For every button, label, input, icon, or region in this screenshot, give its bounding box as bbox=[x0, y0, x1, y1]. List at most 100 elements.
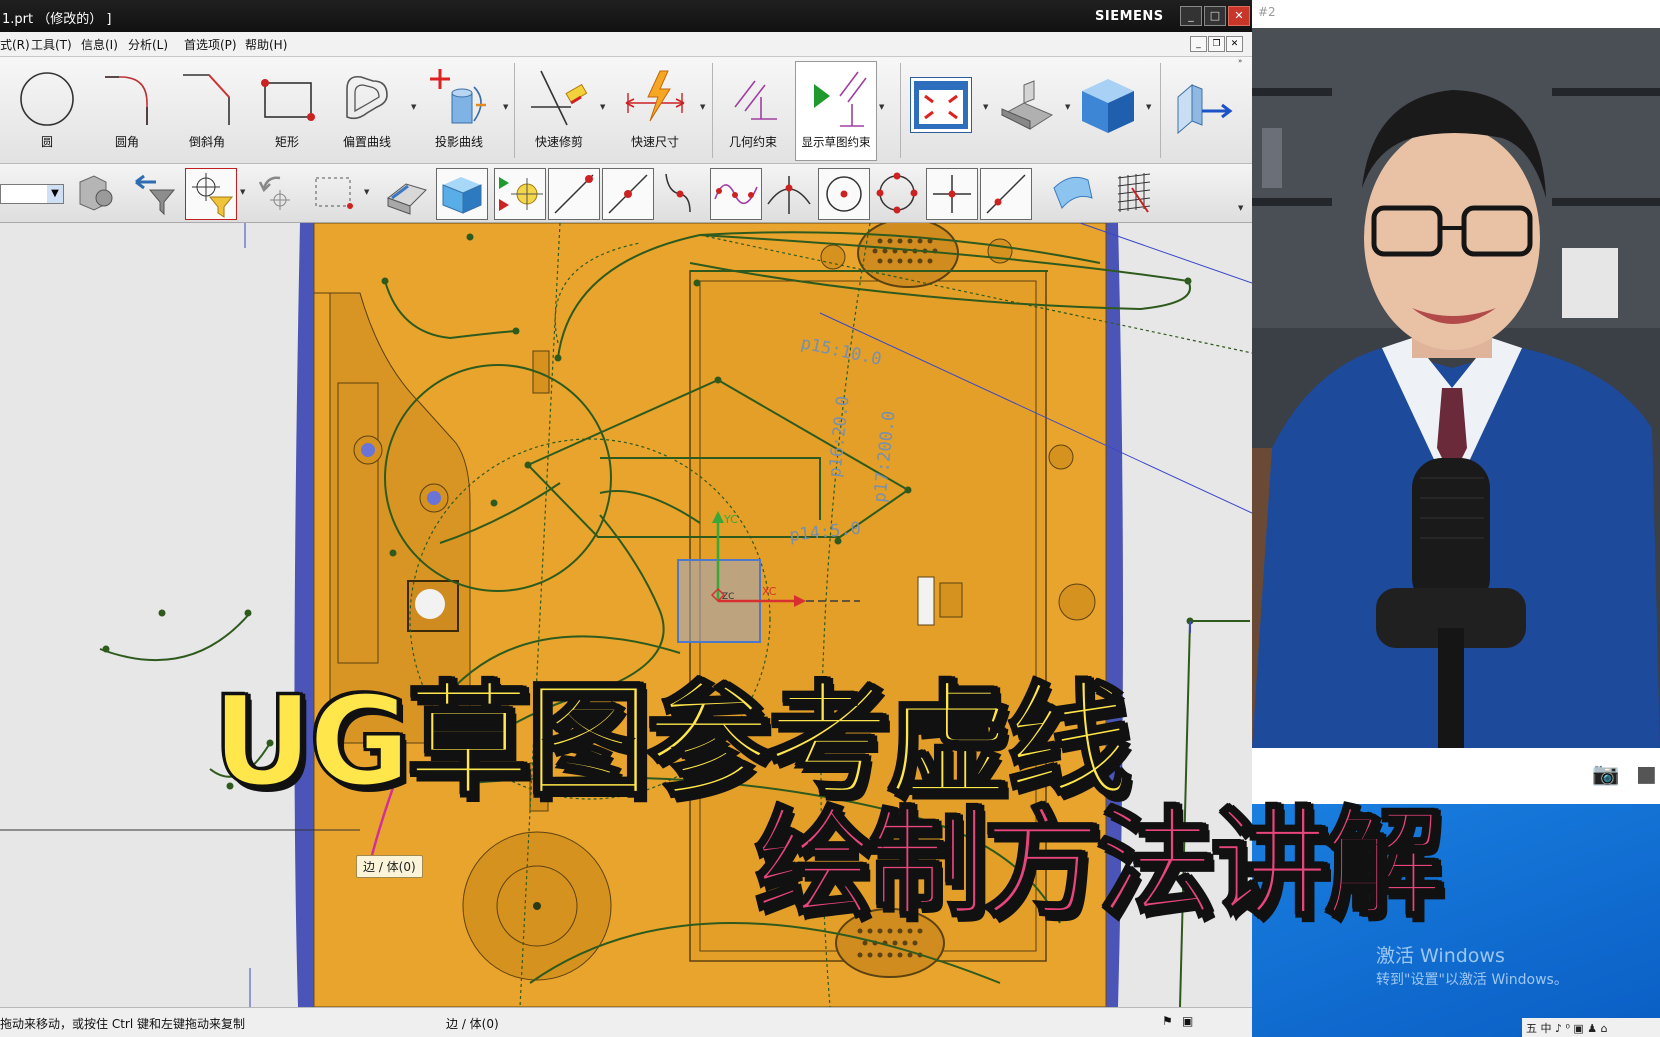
tool-chamfer[interactable]: 倒斜角 bbox=[168, 61, 246, 159]
existing-point-icon bbox=[933, 175, 971, 213]
caption-line-2: 绘制方法讲解 bbox=[753, 794, 1444, 935]
tool-fillet[interactable]: 圆角 bbox=[88, 61, 166, 159]
toolbar-overflow-icon[interactable]: » bbox=[1238, 57, 1242, 65]
constraints-dropdown-icon[interactable]: ▼ bbox=[879, 103, 884, 111]
type-filter-select[interactable]: ▼ bbox=[0, 184, 64, 204]
tool-offset-curve[interactable]: 偏置曲线 bbox=[328, 61, 406, 159]
assembly-filter-button[interactable] bbox=[70, 168, 120, 218]
menu-format[interactable]: 式(R) bbox=[0, 36, 30, 53]
render-style-button[interactable] bbox=[994, 75, 1058, 135]
tool-rectangle[interactable]: 矩形 bbox=[248, 61, 326, 159]
tool-quick-trim[interactable]: 快速修剪 bbox=[520, 61, 598, 159]
tool-show-sketch-constraints[interactable]: 显示草图约束 bbox=[795, 61, 877, 161]
menu-info[interactable]: 信息(I) bbox=[81, 36, 118, 53]
snap-pole-button[interactable] bbox=[710, 168, 762, 220]
trim-dropdown-icon[interactable]: ▼ bbox=[600, 103, 605, 111]
body-select-button[interactable] bbox=[436, 168, 488, 220]
point-on-face-icon bbox=[1053, 176, 1093, 209]
snap-arc-center-button[interactable] bbox=[818, 168, 870, 220]
activation-title: 激活 Windows bbox=[1376, 945, 1505, 967]
endpoint-icon bbox=[554, 174, 594, 214]
control-point-icon bbox=[665, 173, 691, 213]
flag-icon[interactable]: ⚑ bbox=[1162, 1014, 1173, 1028]
snap-all-button[interactable] bbox=[494, 168, 546, 220]
snap-endpoint-button[interactable] bbox=[548, 168, 600, 220]
pole-icon bbox=[714, 184, 758, 205]
select-arrow-icon: ▼ bbox=[47, 185, 63, 203]
project-curve-icon bbox=[430, 69, 486, 124]
snap-point-on-curve-button[interactable] bbox=[980, 168, 1032, 220]
menu-analysis[interactable]: 分析(L) bbox=[128, 36, 168, 53]
tool-circle[interactable]: 圆 bbox=[8, 61, 86, 159]
snap-point-icon bbox=[192, 173, 234, 218]
doc-close-button[interactable]: ✕ bbox=[1226, 36, 1243, 52]
status-selection: 边 / 体(0) bbox=[446, 1017, 499, 1031]
window-title: 1.prt （修改的） ] bbox=[2, 12, 112, 27]
snap-quadrant-button[interactable] bbox=[872, 168, 922, 218]
box-select-button[interactable] bbox=[310, 168, 360, 218]
activation-subtitle: 转到"设置"以激活 Windows。 bbox=[1376, 972, 1568, 988]
render-dropdown-icon[interactable]: ▼ bbox=[1065, 103, 1070, 111]
circle-icon bbox=[20, 72, 74, 126]
assembly-icon bbox=[79, 175, 113, 211]
offset-curve-icon bbox=[346, 75, 388, 120]
snap-point-on-face-button[interactable] bbox=[1048, 168, 1098, 218]
shaded-view-button[interactable] bbox=[1076, 73, 1140, 137]
rapid-dimension-icon bbox=[625, 70, 685, 122]
view-dropdown-icon[interactable]: ▼ bbox=[983, 103, 988, 111]
menu-preferences[interactable]: 首选项(P) bbox=[184, 36, 237, 53]
minimize-button[interactable]: _ bbox=[1180, 6, 1202, 26]
dimension-dropdown-icon[interactable]: ▼ bbox=[700, 103, 705, 111]
doc-restore-button[interactable]: ❐ bbox=[1208, 36, 1225, 52]
box-dropdown-icon[interactable]: ▼ bbox=[364, 188, 369, 196]
select-filter-button[interactable] bbox=[130, 168, 180, 218]
close-button[interactable]: ✕ bbox=[1228, 6, 1250, 26]
tool-project-curve[interactable]: 投影曲线 bbox=[420, 61, 498, 159]
midpoint-icon bbox=[608, 174, 648, 214]
axis-yc-label: YC bbox=[723, 513, 738, 526]
snap-point-button[interactable] bbox=[185, 168, 237, 220]
quick-trim-icon bbox=[531, 70, 588, 126]
shade-dropdown-icon[interactable]: ▼ bbox=[1146, 103, 1151, 111]
system-tray[interactable]: 五 中 ♪ ⁰ ▣ ♟ ⌂ bbox=[1522, 1018, 1660, 1037]
menu-bar: 式(R) 工具(T) 信息(I) 分析(L) 首选项(P) 帮助(H) _ ❐ … bbox=[0, 32, 1252, 57]
snap-midpoint-button[interactable] bbox=[602, 168, 654, 220]
snap-intersection-button[interactable] bbox=[764, 168, 814, 218]
grid-icon bbox=[1117, 173, 1151, 213]
fit-view-button[interactable] bbox=[910, 77, 972, 133]
offset-dropdown-icon[interactable]: ▼ bbox=[411, 103, 416, 111]
geometric-constraints-icon bbox=[734, 80, 777, 120]
snap-existing-point-button[interactable] bbox=[926, 168, 978, 220]
rectangle-icon bbox=[261, 79, 315, 121]
axis-zc-label: ZC bbox=[722, 592, 734, 602]
box-select-icon bbox=[315, 177, 353, 209]
display-icon[interactable]: ▣ bbox=[1182, 1014, 1193, 1028]
camera-icon[interactable]: 📷 bbox=[1592, 762, 1619, 787]
menu-tools[interactable]: 工具(T) bbox=[31, 36, 72, 53]
point-on-curve-icon bbox=[986, 174, 1026, 214]
webcam-feed bbox=[1252, 28, 1660, 748]
status-bar: 拖动来移动，或按住 Ctrl 键和左键拖动来复制 边 / 体(0) ⚑ ▣ bbox=[0, 1007, 1252, 1037]
face-select-button[interactable] bbox=[382, 168, 432, 218]
undo-snap-button[interactable] bbox=[250, 168, 300, 218]
tool-geometric-constraints[interactable]: 几何约束 bbox=[714, 61, 792, 159]
menu-help[interactable]: 帮助(H) bbox=[245, 36, 287, 53]
brand-label: SIEMENS bbox=[1095, 9, 1164, 24]
quadrant-icon bbox=[876, 172, 918, 214]
project-dropdown-icon[interactable]: ▼ bbox=[503, 103, 508, 111]
fillet-icon bbox=[105, 76, 148, 125]
snap-control-point-button[interactable] bbox=[656, 168, 706, 218]
arc-center-icon bbox=[826, 176, 862, 212]
body-icon bbox=[442, 177, 482, 214]
maximize-button[interactable]: □ bbox=[1204, 6, 1226, 26]
video-icon[interactable]: ■ bbox=[1636, 762, 1657, 787]
grid-toggle-button[interactable] bbox=[1110, 168, 1160, 218]
tool-rapid-dimension[interactable]: 快速尺寸 bbox=[616, 61, 694, 159]
doc-minimize-button[interactable]: _ bbox=[1190, 36, 1207, 52]
axis-xc-label: XC bbox=[762, 585, 777, 598]
show-constraints-icon bbox=[814, 71, 867, 127]
selbar-overflow-icon[interactable]: ▼ bbox=[1238, 204, 1243, 212]
selection-toolbar: ▼ ▼ ▼ ▼ bbox=[0, 164, 1252, 223]
orient-view-button[interactable] bbox=[1172, 77, 1236, 137]
snap-dropdown-icon[interactable]: ▼ bbox=[240, 188, 245, 196]
